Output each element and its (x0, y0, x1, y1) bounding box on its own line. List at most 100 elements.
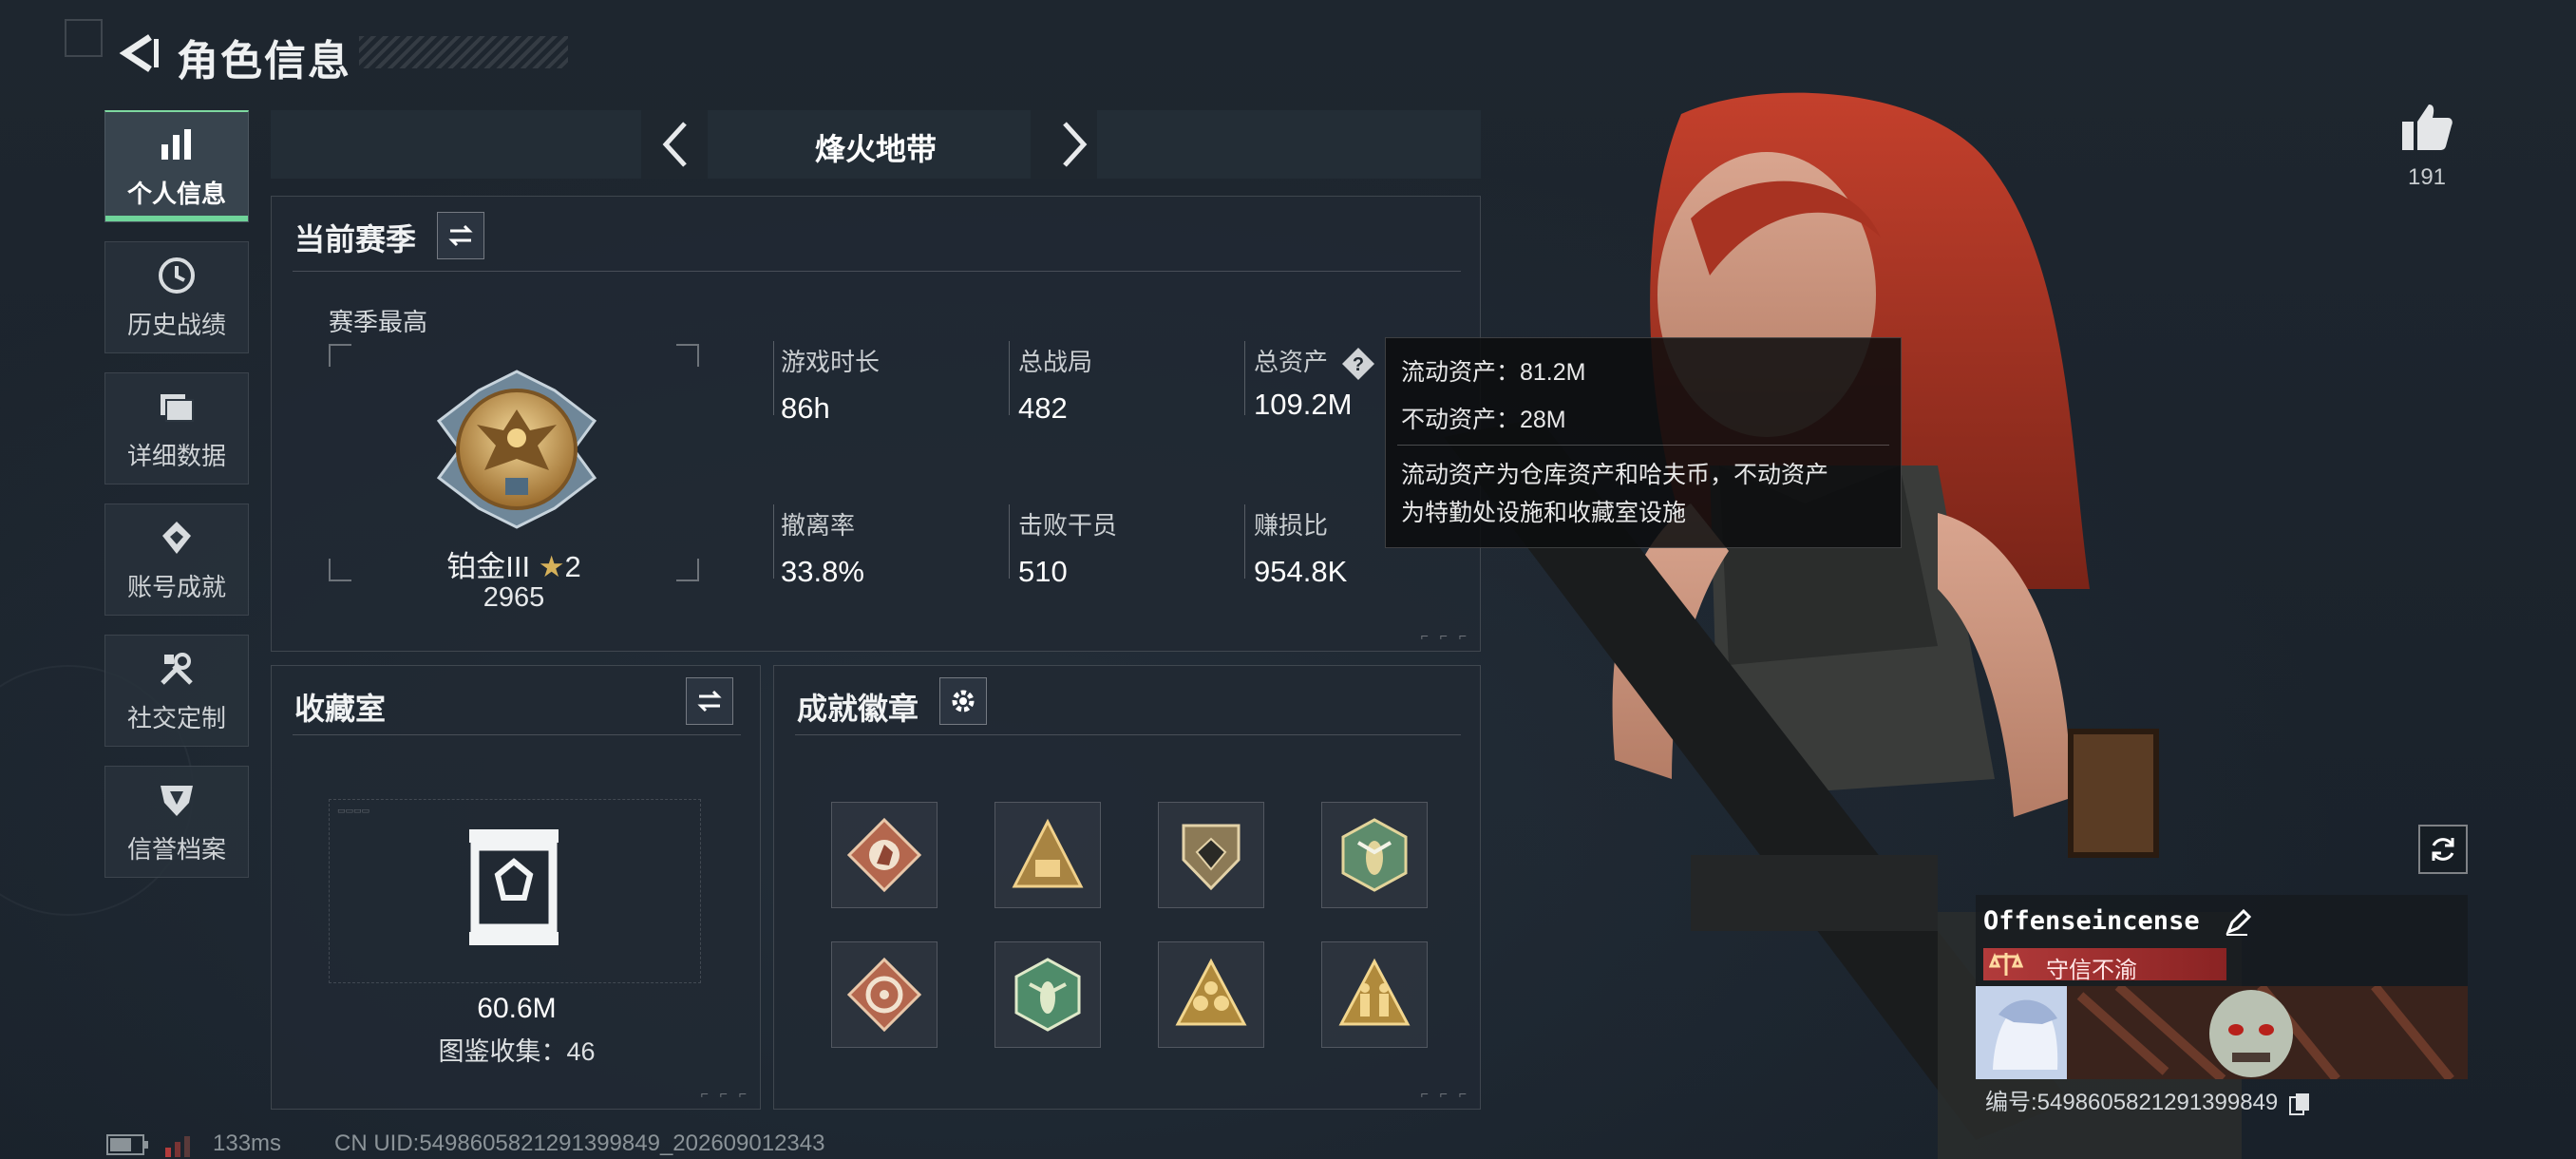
collection-count: 图鉴收集：46 (438, 1037, 596, 1066)
nav-label: 社交定制 (126, 703, 226, 732)
tooltip-desc-line1: 流动资产为仓库资产和哈夫币，不动资产 (1401, 462, 1829, 488)
season-switch-button[interactable] (437, 212, 484, 259)
player-banner[interactable] (1976, 986, 2468, 1079)
stat-divider (1244, 504, 1245, 579)
tooltip-liquid: 流动资产：81.2M (1401, 359, 1586, 386)
shield-icon (156, 779, 198, 821)
stat-value: 33.8% (781, 555, 864, 588)
tooltip-desc-line2: 为特勤处设施和收藏室设施 (1401, 500, 1687, 526)
player-id: 编号:5498605821291399849 (1985, 1083, 2311, 1116)
season-panel: 当前赛季 赛季最高 铂金III ★2 2965 游戏时长 86h 总战局 482… (271, 196, 1481, 652)
collection-switch-button[interactable] (686, 677, 733, 725)
chevron-right-icon (1063, 122, 1088, 167)
ping-text: 133ms (213, 1130, 282, 1156)
collection-value: 60.6M (477, 993, 557, 1024)
stat-label-text: 总资产 (1254, 348, 1329, 376)
nav-item-history[interactable]: 历史战绩 (104, 241, 249, 353)
like-button[interactable]: 191 (2394, 103, 2460, 191)
player-id-text: 编号:5498605821291399849 (1985, 1090, 2279, 1115)
badges-title: 成就徽章 (797, 692, 919, 726)
swap-icon (697, 690, 722, 712)
player-name: Offenseincense (1983, 906, 2251, 936)
badge-horse[interactable] (831, 802, 938, 908)
stat-matches: 总战局 482 (1018, 343, 1092, 426)
stat-label: 赚损比 (1254, 511, 1329, 540)
badge-diamond[interactable] (1158, 802, 1264, 908)
nav-item-details[interactable]: 详细数据 (104, 372, 249, 484)
stat-value: 86h (781, 391, 830, 425)
back-button[interactable] (104, 27, 171, 80)
stat-label: 游戏时长 (781, 348, 881, 376)
star-icon: ★ (538, 550, 565, 583)
rank-emblem-icon (436, 370, 597, 529)
badge-wheel[interactable] (831, 941, 938, 1048)
rank-points: 2965 (483, 582, 545, 613)
stat-divider (773, 504, 774, 579)
thumbs-up-icon (2402, 104, 2453, 150)
nav-item-achievements[interactable]: 账号成就 (104, 504, 249, 616)
header: 角色信息 (65, 19, 578, 86)
copy-icon[interactable] (2288, 1092, 2311, 1116)
nav-label: 账号成就 (126, 572, 226, 601)
svg-text:?: ? (1353, 354, 1364, 375)
stat-divider (1009, 504, 1010, 579)
achievement-icon (156, 517, 198, 559)
stat-value: 482 (1018, 391, 1068, 425)
stat-assets: 总资产 ? 109.2M (1254, 343, 1376, 422)
tools-icon (156, 648, 198, 690)
player-card: Offenseincense 守信不渝 编号:54986058212913998… (1976, 895, 2468, 1123)
assets-tooltip: 流动资产：81.2M 不动资产：28M 流动资产为仓库资产和哈夫币，不动资产 为… (1385, 337, 1902, 548)
rank-name: 铂金III (446, 550, 531, 583)
banner-art (1976, 986, 2468, 1079)
stat-label: 总战局 (1018, 348, 1093, 376)
uid-text: CN UID:5498605821291399849_202609012343 (334, 1130, 825, 1156)
wasp-badge-icon (1341, 818, 1408, 892)
page-title: 角色信息 (177, 38, 351, 85)
nav-item-profile[interactable]: 个人信息 (104, 110, 249, 222)
edit-icon[interactable] (2225, 908, 2251, 936)
stat-label: 击败干员 (1018, 511, 1118, 540)
badge-wasp-green[interactable] (994, 941, 1101, 1048)
frame-corner (676, 344, 699, 367)
swap-icon (448, 224, 473, 247)
badge-pyramid[interactable] (994, 802, 1101, 908)
bar-chart-icon (156, 124, 198, 165)
stat-kills: 击败干员 510 (1018, 506, 1117, 589)
badge-crown[interactable] (1158, 941, 1264, 1048)
help-icon[interactable]: ? (1340, 346, 1376, 382)
stat-label: 撤离率 (781, 511, 856, 540)
season-best-label: 赛季最高 (329, 308, 428, 336)
divider (293, 734, 741, 735)
nav-item-social[interactable]: 社交定制 (104, 635, 249, 747)
rank-line: 铂金III ★2 (272, 542, 756, 585)
folder-icon (156, 386, 198, 428)
tooltip-fixed: 不动资产：28M (1401, 407, 1566, 433)
mode-selector: 烽火地带 (271, 110, 1481, 179)
rank-stars: 2 (564, 550, 581, 583)
scales-icon (1989, 952, 2023, 976)
reputation-badge: 守信不渝 (1983, 948, 2226, 983)
stat-value: 109.2M (1254, 388, 1353, 422)
mode-next-button[interactable] (1050, 120, 1099, 169)
mode-label: 烽火地带 (814, 132, 937, 166)
nav-label: 个人信息 (126, 180, 226, 208)
status-bar: 133ms CN UID:5498605821291399849_2026090… (106, 1129, 961, 1159)
soldiers-badge-icon (1338, 958, 1411, 1026)
divider (795, 734, 1461, 735)
refresh-icon (2432, 838, 2454, 861)
horse-badge-icon (846, 817, 922, 893)
refresh-button[interactable] (2418, 825, 2468, 874)
stat-playtime: 游戏时长 86h (781, 343, 880, 426)
badges-settings-button[interactable] (939, 677, 987, 725)
divider (1397, 445, 1889, 446)
stat-profit-ratio: 赚损比 954.8K (1254, 506, 1347, 589)
nav-item-reputation[interactable]: 信誉档案 (104, 766, 249, 878)
corner-marks: ⌐ ⌐ ⌐ (700, 1086, 750, 1101)
like-count: 191 (2407, 164, 2447, 190)
stat-divider (1244, 341, 1245, 415)
collection-panel: 收藏室 ▭▭▭▭ 60.6M 图鉴收集：46 ⌐ ⌐ ⌐ (271, 665, 761, 1110)
wheel-badge-icon (846, 957, 922, 1033)
pyramid-badge-icon (1012, 818, 1084, 888)
reputation-text: 守信不渝 (2046, 958, 2137, 983)
nav-label: 详细数据 (126, 441, 226, 470)
